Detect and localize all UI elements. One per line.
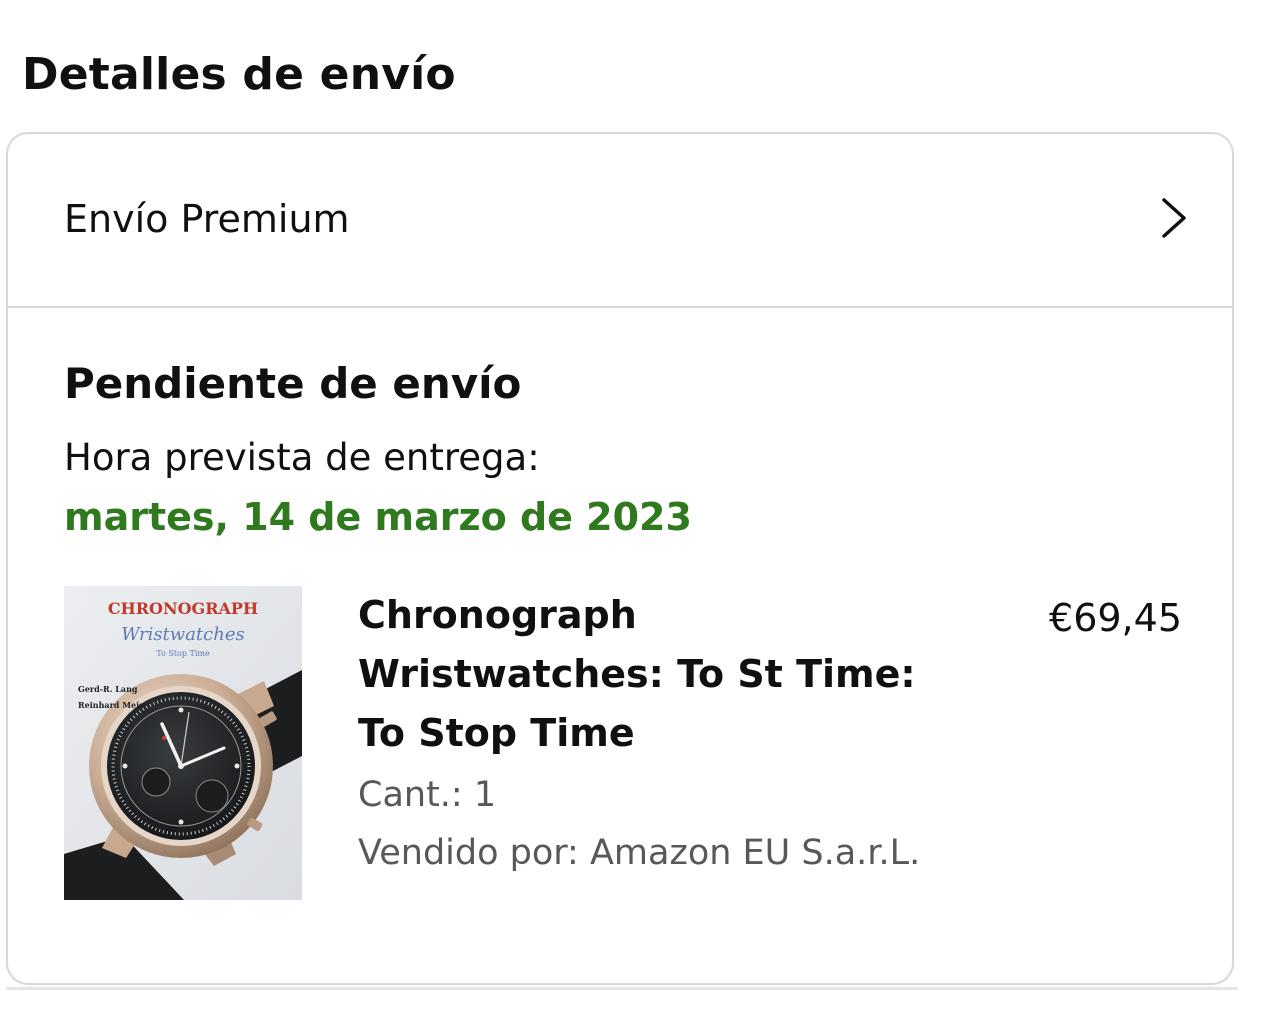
cover-tagline: To Stop Time	[156, 649, 210, 658]
product-title-line: To Stop Time	[358, 711, 635, 755]
cover-subtitle: Wristwatches	[121, 624, 244, 645]
section-bottom-divider	[6, 987, 1238, 990]
cover-author-2: Reinhard Meis	[78, 700, 144, 710]
shipping-method-row[interactable]: Envío Premium	[8, 134, 1232, 306]
shipment-card: Envío Premium Pendiente de envío Hora pr…	[6, 132, 1234, 985]
product-quantity: Cant.: 1	[358, 775, 497, 815]
delivery-date: martes, 14 de marzo de 2023	[64, 495, 692, 539]
shipping-method-label: Envío Premium	[64, 197, 350, 241]
cover-title: CHRONOGRAPH	[108, 599, 258, 618]
chevron-right-icon	[1162, 198, 1186, 238]
cover-author-1: Gerd-R. Lang	[78, 684, 138, 694]
product-seller: Vendido por: Amazon EU S.a.r.L.	[358, 833, 921, 873]
product-title-line: Chronograph	[358, 593, 637, 637]
product-title-link[interactable]: Chronograph Wristwatches: To St Time: To…	[358, 586, 918, 763]
shipment-status-title: Pendiente de envío	[64, 359, 522, 408]
page-title: Detalles de envío	[22, 49, 456, 100]
delivery-label: Hora prevista de entrega:	[64, 436, 540, 479]
product-image[interactable]: CHRONOGRAPH Wristwatches To Stop Time Ge…	[64, 586, 302, 900]
product-title-line: Wristwatches: To St Time:	[358, 652, 916, 696]
product-price: €69,45	[1049, 596, 1182, 640]
divider	[8, 306, 1232, 308]
